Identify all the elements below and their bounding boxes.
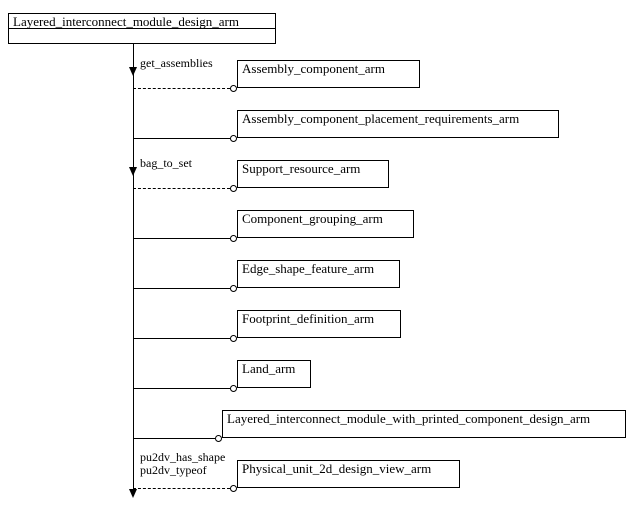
child-node-edge-shape-feature: Edge_shape_feature_arm xyxy=(237,260,400,288)
child-node-assembly-component-placement-requirements: Assembly_component_placement_requirement… xyxy=(237,110,559,138)
child-node-physical-unit-2d-design-view: Physical_unit_2d_design_view_arm xyxy=(237,460,460,488)
child-label: Support_resource_arm xyxy=(242,162,360,175)
child-label: Footprint_definition_arm xyxy=(242,312,374,325)
edge-label-bag-to-set: bag_to_set xyxy=(140,157,192,170)
child-node-layered-interconnect-module-with-printed-component-design: Layered_interconnect_module_with_printed… xyxy=(222,410,626,438)
edge-arrowhead-icon xyxy=(129,167,137,176)
edge-label-get-assemblies: get_assemblies xyxy=(140,57,213,70)
connector-line xyxy=(133,288,230,289)
connector-line xyxy=(133,188,230,189)
child-label: Edge_shape_feature_arm xyxy=(242,262,374,275)
child-node-footprint-definition: Footprint_definition_arm xyxy=(237,310,401,338)
child-node-support-resource: Support_resource_arm xyxy=(237,160,389,188)
connector-socket-icon xyxy=(230,85,237,92)
trunk-line xyxy=(133,44,134,496)
connector-line xyxy=(133,138,230,139)
connector-tick xyxy=(133,230,134,238)
connector-tick xyxy=(133,330,134,338)
child-label: Land_arm xyxy=(242,362,295,375)
connector-tick xyxy=(133,130,134,138)
edge-label-pu2dv-typeof: pu2dv_typeof xyxy=(140,464,207,477)
child-label: Component_grouping_arm xyxy=(242,212,383,225)
root-schema-body xyxy=(8,28,276,44)
connector-socket-icon xyxy=(230,285,237,292)
connector-line xyxy=(133,338,230,339)
connector-tick xyxy=(133,480,134,488)
edge-arrowhead-icon xyxy=(129,67,137,76)
connector-tick xyxy=(133,380,134,388)
child-label: Layered_interconnect_module_with_printed… xyxy=(227,412,590,425)
connector-line xyxy=(133,238,230,239)
connector-socket-icon xyxy=(230,135,237,142)
connector-tick xyxy=(133,280,134,288)
connector-line xyxy=(133,88,230,89)
child-node-component-grouping: Component_grouping_arm xyxy=(237,210,414,238)
root-schema-title: Layered_interconnect_module_design_arm xyxy=(8,13,276,29)
connector-tick xyxy=(133,80,134,88)
connector-line xyxy=(133,438,215,439)
child-node-land: Land_arm xyxy=(237,360,311,388)
connector-tick xyxy=(133,430,134,438)
connector-socket-icon xyxy=(215,435,222,442)
trunk-arrowhead-icon xyxy=(129,489,137,498)
edge-label-pu2dv-has-shape: pu2dv_has_shape xyxy=(140,451,225,464)
connector-line xyxy=(133,488,230,489)
connector-line xyxy=(133,388,230,389)
connector-tick xyxy=(133,180,134,188)
child-node-assembly-component: Assembly_component_arm xyxy=(237,60,420,88)
connector-socket-icon xyxy=(230,385,237,392)
connector-socket-icon xyxy=(230,485,237,492)
child-label: Assembly_component_arm xyxy=(242,62,385,75)
connector-socket-icon xyxy=(230,335,237,342)
connector-socket-icon xyxy=(230,185,237,192)
child-label: Assembly_component_placement_requirement… xyxy=(242,112,519,125)
connector-socket-icon xyxy=(230,235,237,242)
child-label: Physical_unit_2d_design_view_arm xyxy=(242,462,431,475)
